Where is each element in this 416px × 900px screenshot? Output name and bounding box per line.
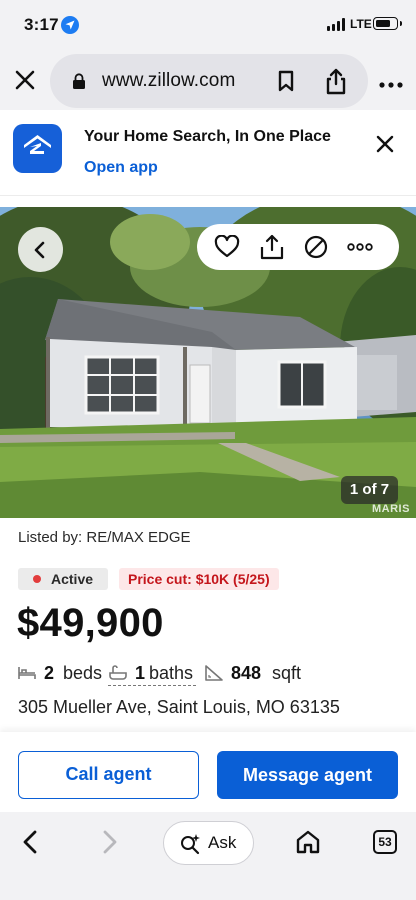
bookmark-icon[interactable] xyxy=(276,70,296,92)
listing-photo[interactable]: 1 of 7 MARIS xyxy=(0,207,416,518)
baths-count[interactable]: 1 xyxy=(135,663,145,684)
photo-actions xyxy=(197,224,399,270)
baths-underline xyxy=(108,685,196,686)
status-badge: Active xyxy=(18,568,108,590)
photo-back-button[interactable] xyxy=(18,227,63,272)
share-listing-icon[interactable] xyxy=(259,233,285,261)
price-cut-badge: Price cut: $10K (5/25) xyxy=(119,568,279,590)
address-bar[interactable]: www.zillow.com xyxy=(50,54,368,108)
sqft-count: 848 xyxy=(231,663,262,683)
beds-label: beds xyxy=(63,663,103,683)
open-app-link[interactable]: Open app xyxy=(84,159,158,177)
battery-icon xyxy=(373,17,402,30)
network-type: LTE xyxy=(350,17,372,31)
home-facts: 2 beds 1 baths 848 sqft xyxy=(18,661,408,687)
close-banner-icon[interactable] xyxy=(373,132,397,156)
active-dot-icon xyxy=(33,575,41,583)
photo-counter: 1 of 7 xyxy=(341,476,398,504)
ask-search-sparkle-icon xyxy=(179,833,201,855)
heart-icon[interactable] xyxy=(214,234,240,259)
contact-bar: Call agent Message agent xyxy=(0,732,416,812)
browser-bottom-toolbar: Ask 53 xyxy=(0,812,416,900)
location-arrow-icon xyxy=(61,16,79,34)
sqft-label: sqft xyxy=(272,663,302,683)
listing-price: $49,900 xyxy=(17,601,164,645)
zillow-logo-icon xyxy=(13,124,62,173)
promo-title: Your Home Search, In One Place xyxy=(84,128,331,145)
message-agent-button[interactable]: Message agent xyxy=(217,751,398,799)
lock-icon xyxy=(72,73,86,89)
back-arrow-icon[interactable] xyxy=(20,829,42,855)
home-icon[interactable] xyxy=(295,829,321,855)
listing-address: 305 Mueller Ave, Saint Louis, MO 63135 xyxy=(18,697,340,717)
bed-icon xyxy=(18,665,36,681)
forward-arrow-icon[interactable] xyxy=(98,829,120,855)
listed-by: Listed by: RE/MAX EDGE xyxy=(18,529,191,546)
bath-icon xyxy=(109,665,127,681)
status-time: 3:17 xyxy=(24,15,59,34)
beds-count: 2 xyxy=(44,663,55,683)
ask-label: Ask xyxy=(208,833,237,852)
more-listing-options-icon[interactable] xyxy=(347,235,373,259)
sqft-icon xyxy=(205,665,223,681)
url-text: www.zillow.com xyxy=(102,70,236,91)
app-promo-banner: Your Home Search, In One Place Open app xyxy=(0,110,416,196)
share-icon[interactable] xyxy=(324,67,348,95)
tabs-count-icon[interactable]: 53 xyxy=(373,830,397,854)
more-options-icon[interactable] xyxy=(378,76,404,88)
close-icon[interactable] xyxy=(12,67,38,93)
status-bar: 3:17 LTE xyxy=(0,0,416,50)
browser-toolbar: www.zillow.com xyxy=(0,50,416,110)
hide-listing-icon[interactable] xyxy=(303,235,329,259)
photo-watermark: MARIS xyxy=(372,503,410,515)
ask-button[interactable]: Ask xyxy=(163,821,254,865)
baths-label[interactable]: baths xyxy=(149,663,193,684)
cellular-signal-icon xyxy=(327,18,347,31)
call-agent-button[interactable]: Call agent xyxy=(18,751,199,799)
status-badge-label: Active xyxy=(51,571,94,587)
